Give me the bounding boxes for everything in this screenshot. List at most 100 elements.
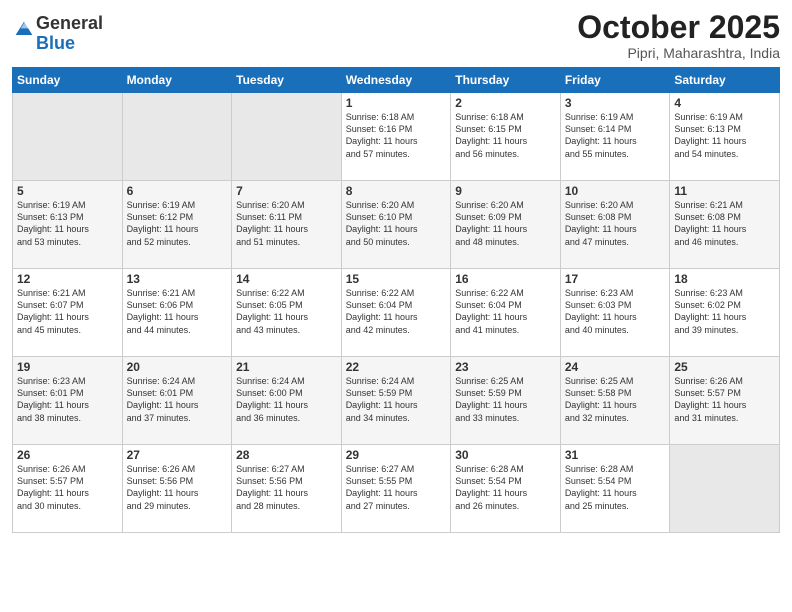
cell-info: Sunrise: 6:22 AM Sunset: 6:04 PM Dayligh… xyxy=(346,287,447,336)
calendar-week-2: 5Sunrise: 6:19 AM Sunset: 6:13 PM Daylig… xyxy=(13,181,780,269)
cell-info: Sunrise: 6:22 AM Sunset: 6:04 PM Dayligh… xyxy=(455,287,556,336)
day-number: 6 xyxy=(127,184,228,198)
cell-info: Sunrise: 6:27 AM Sunset: 5:55 PM Dayligh… xyxy=(346,463,447,512)
calendar-cell: 19Sunrise: 6:23 AM Sunset: 6:01 PM Dayli… xyxy=(13,357,123,445)
day-number: 9 xyxy=(455,184,556,198)
day-number: 27 xyxy=(127,448,228,462)
calendar-cell: 21Sunrise: 6:24 AM Sunset: 6:00 PM Dayli… xyxy=(232,357,342,445)
cell-info: Sunrise: 6:20 AM Sunset: 6:08 PM Dayligh… xyxy=(565,199,666,248)
cell-info: Sunrise: 6:25 AM Sunset: 5:59 PM Dayligh… xyxy=(455,375,556,424)
calendar-week-3: 12Sunrise: 6:21 AM Sunset: 6:07 PM Dayli… xyxy=(13,269,780,357)
day-number: 22 xyxy=(346,360,447,374)
day-number: 29 xyxy=(346,448,447,462)
cell-info: Sunrise: 6:21 AM Sunset: 6:08 PM Dayligh… xyxy=(674,199,775,248)
day-number: 31 xyxy=(565,448,666,462)
calendar-week-5: 26Sunrise: 6:26 AM Sunset: 5:57 PM Dayli… xyxy=(13,445,780,533)
calendar-cell: 12Sunrise: 6:21 AM Sunset: 6:07 PM Dayli… xyxy=(13,269,123,357)
cell-info: Sunrise: 6:26 AM Sunset: 5:57 PM Dayligh… xyxy=(17,463,118,512)
calendar-cell: 2Sunrise: 6:18 AM Sunset: 6:15 PM Daylig… xyxy=(451,93,561,181)
calendar-cell xyxy=(13,93,123,181)
calendar-cell: 26Sunrise: 6:26 AM Sunset: 5:57 PM Dayli… xyxy=(13,445,123,533)
day-number: 4 xyxy=(674,96,775,110)
calendar-cell: 24Sunrise: 6:25 AM Sunset: 5:58 PM Dayli… xyxy=(560,357,670,445)
logo-blue: Blue xyxy=(36,33,75,53)
calendar-week-4: 19Sunrise: 6:23 AM Sunset: 6:01 PM Dayli… xyxy=(13,357,780,445)
calendar-cell: 8Sunrise: 6:20 AM Sunset: 6:10 PM Daylig… xyxy=(341,181,451,269)
day-number: 7 xyxy=(236,184,337,198)
calendar-cell: 13Sunrise: 6:21 AM Sunset: 6:06 PM Dayli… xyxy=(122,269,232,357)
day-header-saturday: Saturday xyxy=(670,68,780,93)
logo: General Blue xyxy=(12,14,103,54)
calendar-cell: 10Sunrise: 6:20 AM Sunset: 6:08 PM Dayli… xyxy=(560,181,670,269)
day-number: 10 xyxy=(565,184,666,198)
day-number: 15 xyxy=(346,272,447,286)
calendar-cell: 30Sunrise: 6:28 AM Sunset: 5:54 PM Dayli… xyxy=(451,445,561,533)
day-header-friday: Friday xyxy=(560,68,670,93)
day-number: 25 xyxy=(674,360,775,374)
cell-info: Sunrise: 6:22 AM Sunset: 6:05 PM Dayligh… xyxy=(236,287,337,336)
cell-info: Sunrise: 6:23 AM Sunset: 6:03 PM Dayligh… xyxy=(565,287,666,336)
calendar-cell: 31Sunrise: 6:28 AM Sunset: 5:54 PM Dayli… xyxy=(560,445,670,533)
day-number: 17 xyxy=(565,272,666,286)
day-header-wednesday: Wednesday xyxy=(341,68,451,93)
calendar-cell: 3Sunrise: 6:19 AM Sunset: 6:14 PM Daylig… xyxy=(560,93,670,181)
day-number: 8 xyxy=(346,184,447,198)
day-number: 30 xyxy=(455,448,556,462)
calendar-cell: 20Sunrise: 6:24 AM Sunset: 6:01 PM Dayli… xyxy=(122,357,232,445)
day-number: 18 xyxy=(674,272,775,286)
day-number: 28 xyxy=(236,448,337,462)
calendar-cell: 29Sunrise: 6:27 AM Sunset: 5:55 PM Dayli… xyxy=(341,445,451,533)
day-number: 16 xyxy=(455,272,556,286)
calendar-cell: 15Sunrise: 6:22 AM Sunset: 6:04 PM Dayli… xyxy=(341,269,451,357)
calendar-cell: 6Sunrise: 6:19 AM Sunset: 6:12 PM Daylig… xyxy=(122,181,232,269)
calendar-cell: 17Sunrise: 6:23 AM Sunset: 6:03 PM Dayli… xyxy=(560,269,670,357)
cell-info: Sunrise: 6:25 AM Sunset: 5:58 PM Dayligh… xyxy=(565,375,666,424)
title-block: October 2025 Pipri, Maharashtra, India xyxy=(577,10,780,61)
calendar-cell: 16Sunrise: 6:22 AM Sunset: 6:04 PM Dayli… xyxy=(451,269,561,357)
calendar-cell: 1Sunrise: 6:18 AM Sunset: 6:16 PM Daylig… xyxy=(341,93,451,181)
day-number: 1 xyxy=(346,96,447,110)
cell-info: Sunrise: 6:23 AM Sunset: 6:02 PM Dayligh… xyxy=(674,287,775,336)
calendar-cell xyxy=(122,93,232,181)
day-number: 11 xyxy=(674,184,775,198)
day-number: 14 xyxy=(236,272,337,286)
calendar-cell: 11Sunrise: 6:21 AM Sunset: 6:08 PM Dayli… xyxy=(670,181,780,269)
day-number: 24 xyxy=(565,360,666,374)
day-number: 12 xyxy=(17,272,118,286)
day-header-monday: Monday xyxy=(122,68,232,93)
calendar-table: SundayMondayTuesdayWednesdayThursdayFrid… xyxy=(12,67,780,533)
cell-info: Sunrise: 6:26 AM Sunset: 5:57 PM Dayligh… xyxy=(674,375,775,424)
month-title: October 2025 xyxy=(577,10,780,45)
cell-info: Sunrise: 6:19 AM Sunset: 6:13 PM Dayligh… xyxy=(674,111,775,160)
day-number: 20 xyxy=(127,360,228,374)
calendar-cell xyxy=(670,445,780,533)
cell-info: Sunrise: 6:18 AM Sunset: 6:15 PM Dayligh… xyxy=(455,111,556,160)
day-header-sunday: Sunday xyxy=(13,68,123,93)
cell-info: Sunrise: 6:21 AM Sunset: 6:07 PM Dayligh… xyxy=(17,287,118,336)
calendar-cell: 14Sunrise: 6:22 AM Sunset: 6:05 PM Dayli… xyxy=(232,269,342,357)
cell-info: Sunrise: 6:20 AM Sunset: 6:10 PM Dayligh… xyxy=(346,199,447,248)
day-number: 19 xyxy=(17,360,118,374)
cell-info: Sunrise: 6:26 AM Sunset: 5:56 PM Dayligh… xyxy=(127,463,228,512)
cell-info: Sunrise: 6:23 AM Sunset: 6:01 PM Dayligh… xyxy=(17,375,118,424)
calendar-header-row: SundayMondayTuesdayWednesdayThursdayFrid… xyxy=(13,68,780,93)
calendar-cell: 23Sunrise: 6:25 AM Sunset: 5:59 PM Dayli… xyxy=(451,357,561,445)
calendar-cell: 27Sunrise: 6:26 AM Sunset: 5:56 PM Dayli… xyxy=(122,445,232,533)
calendar-cell: 4Sunrise: 6:19 AM Sunset: 6:13 PM Daylig… xyxy=(670,93,780,181)
day-number: 23 xyxy=(455,360,556,374)
day-number: 26 xyxy=(17,448,118,462)
calendar-week-1: 1Sunrise: 6:18 AM Sunset: 6:16 PM Daylig… xyxy=(13,93,780,181)
day-header-thursday: Thursday xyxy=(451,68,561,93)
cell-info: Sunrise: 6:20 AM Sunset: 6:11 PM Dayligh… xyxy=(236,199,337,248)
day-number: 2 xyxy=(455,96,556,110)
day-header-tuesday: Tuesday xyxy=(232,68,342,93)
cell-info: Sunrise: 6:27 AM Sunset: 5:56 PM Dayligh… xyxy=(236,463,337,512)
cell-info: Sunrise: 6:20 AM Sunset: 6:09 PM Dayligh… xyxy=(455,199,556,248)
cell-info: Sunrise: 6:18 AM Sunset: 6:16 PM Dayligh… xyxy=(346,111,447,160)
page-container: General Blue October 2025 Pipri, Maharas… xyxy=(0,0,792,612)
day-number: 5 xyxy=(17,184,118,198)
cell-info: Sunrise: 6:24 AM Sunset: 6:00 PM Dayligh… xyxy=(236,375,337,424)
cell-info: Sunrise: 6:19 AM Sunset: 6:13 PM Dayligh… xyxy=(17,199,118,248)
header: General Blue October 2025 Pipri, Maharas… xyxy=(12,10,780,61)
calendar-cell: 28Sunrise: 6:27 AM Sunset: 5:56 PM Dayli… xyxy=(232,445,342,533)
